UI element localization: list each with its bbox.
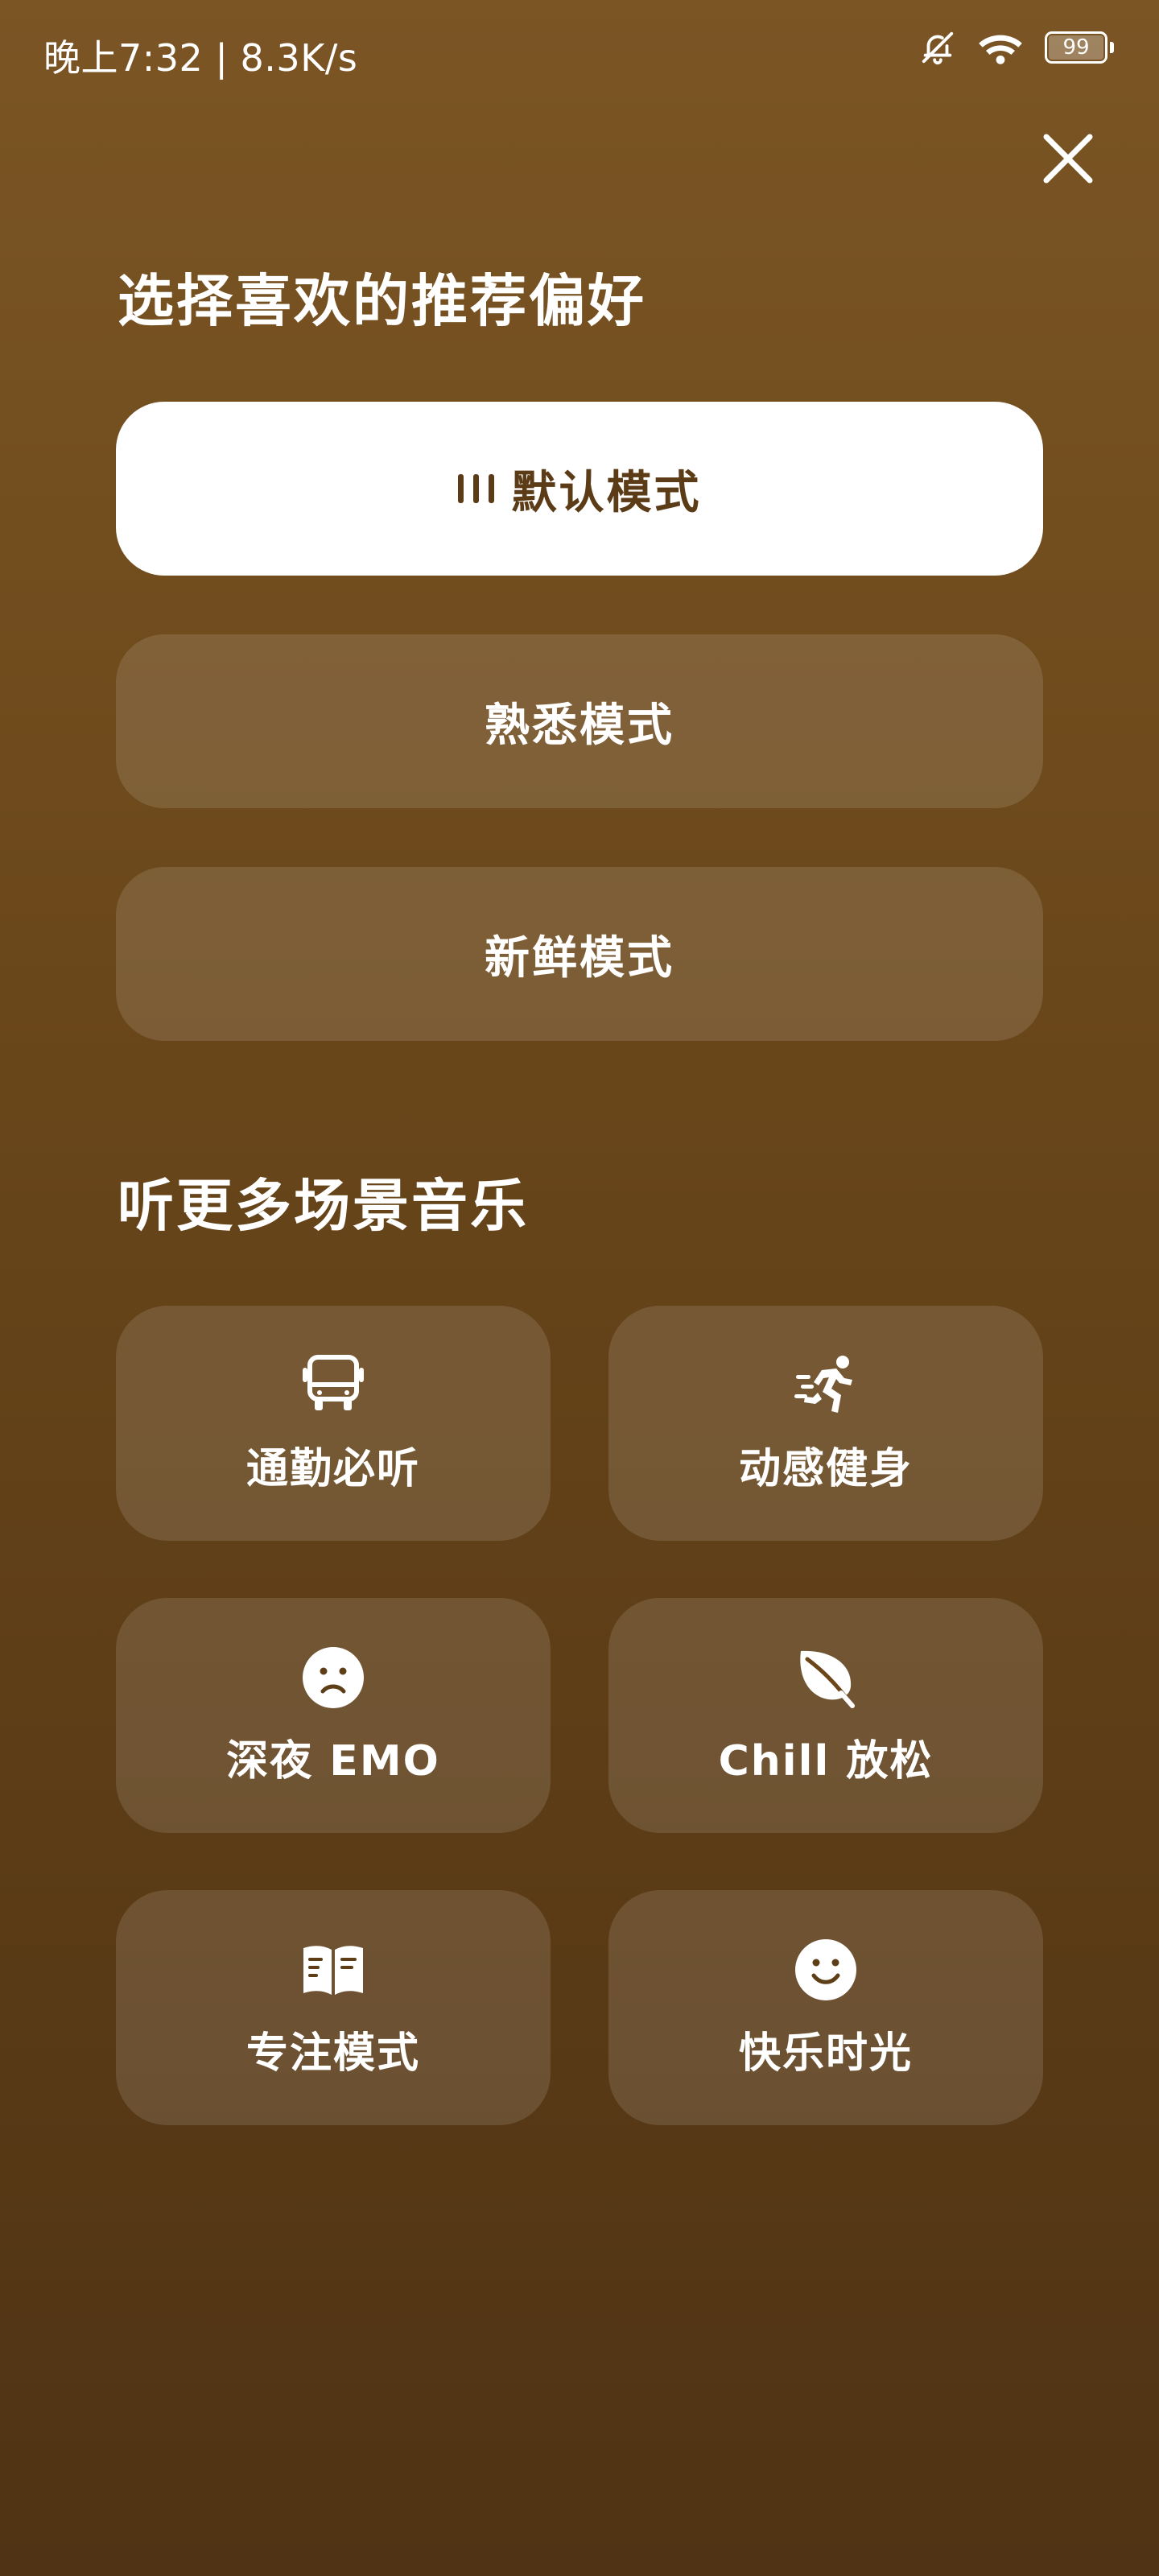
book-icon (303, 1945, 363, 1995)
scene-commute-card[interactable]: 通勤必听 (116, 1306, 551, 1541)
mode-default-button[interactable]: 默认模式 (116, 402, 1043, 576)
mode-label: 熟悉模式 (485, 699, 674, 752)
close-icon (1043, 134, 1093, 184)
battery-icon: 99 (1045, 31, 1114, 64)
close-button[interactable] (1038, 129, 1098, 188)
bars-icon (457, 474, 494, 503)
scene-emo-card[interactable]: 深夜 EMO (116, 1598, 551, 1833)
mode-label: 默认模式 (511, 466, 702, 519)
mode-fresh-button[interactable]: 新鲜模式 (116, 867, 1043, 1041)
leaf-icon (800, 1650, 855, 1708)
scene-chill-card[interactable]: Chill 放松 (608, 1598, 1043, 1833)
sad-face-icon (303, 1646, 364, 1708)
happy-face-icon (795, 1938, 856, 2000)
preference-title: 选择喜欢的推荐偏好 (118, 268, 646, 334)
wifi-icon (977, 29, 1024, 66)
scene-fitness-card[interactable]: 动感健身 (608, 1306, 1043, 1541)
mode-familiar-button[interactable]: 熟悉模式 (116, 634, 1043, 808)
battery-level: 99 (1062, 35, 1090, 60)
status-bar: 晚上7:32 | 8.3K/s 99 (0, 0, 1159, 105)
scene-happy-card[interactable]: 快乐时光 (608, 1890, 1043, 2125)
bell-off-icon (919, 29, 956, 66)
mode-label: 新鲜模式 (485, 931, 674, 985)
scene-label: 快乐时光 (738, 2029, 913, 2078)
scene-focus-card[interactable]: 专注模式 (116, 1890, 551, 2125)
scene-label: Chill 放松 (718, 1736, 934, 1785)
bus-icon (303, 1354, 364, 1410)
scene-label: 深夜 EMO (226, 1736, 440, 1785)
running-icon (794, 1355, 852, 1413)
status-time: 晚上7:32 | 8.3K/s (43, 36, 358, 80)
scene-label: 通勤必听 (245, 1444, 420, 1493)
scenes-title: 听更多场景音乐 (118, 1173, 529, 1239)
scene-label: 专注模式 (245, 2029, 420, 2078)
status-icons: 99 (919, 29, 1114, 66)
scene-label: 动感健身 (738, 1444, 913, 1493)
